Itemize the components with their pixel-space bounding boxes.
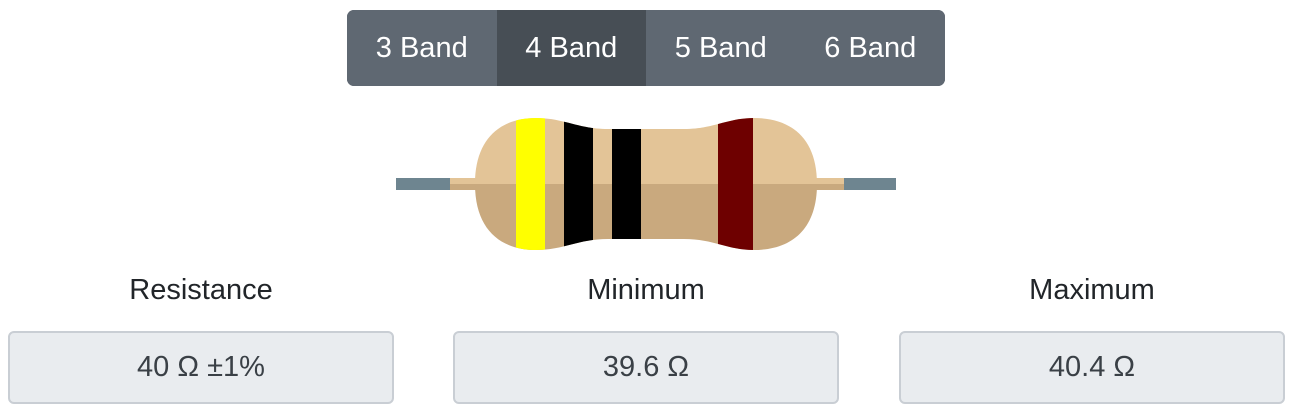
resistance-column: Resistance 40 Ω ±1% bbox=[8, 270, 394, 404]
band-4 bbox=[718, 118, 753, 250]
maximum-column: Maximum 40.4 Ω bbox=[899, 270, 1285, 404]
resistance-value-field: 40 Ω ±1% bbox=[8, 331, 394, 404]
band-option-6[interactable]: 6 Band bbox=[795, 10, 945, 86]
maximum-value-field: 40.4 Ω bbox=[899, 331, 1285, 404]
resistor-body-top bbox=[475, 118, 817, 184]
resistor-illustration bbox=[396, 118, 896, 250]
band-option-4[interactable]: 4 Band bbox=[496, 10, 646, 86]
left-lead bbox=[396, 178, 452, 190]
band-option-3[interactable]: 3 Band bbox=[347, 10, 497, 86]
band-3 bbox=[612, 118, 641, 250]
band-option-5[interactable]: 5 Band bbox=[646, 10, 796, 86]
resistor-body-bottom bbox=[475, 184, 817, 250]
band-2 bbox=[564, 118, 593, 250]
band-count-selector: 3 Band 4 Band 5 Band 6 Band bbox=[347, 10, 945, 86]
band-1 bbox=[516, 118, 545, 250]
minimum-column: Minimum 39.6 Ω bbox=[453, 270, 839, 404]
resistor-calculator: 3 Band 4 Band 5 Band 6 Band Resistance 4… bbox=[0, 0, 1292, 418]
maximum-label: Maximum bbox=[1029, 274, 1155, 306]
minimum-value-field: 39.6 Ω bbox=[453, 331, 839, 404]
minimum-label: Minimum bbox=[587, 274, 705, 306]
resistance-label: Resistance bbox=[129, 274, 273, 306]
right-lead bbox=[842, 178, 896, 190]
